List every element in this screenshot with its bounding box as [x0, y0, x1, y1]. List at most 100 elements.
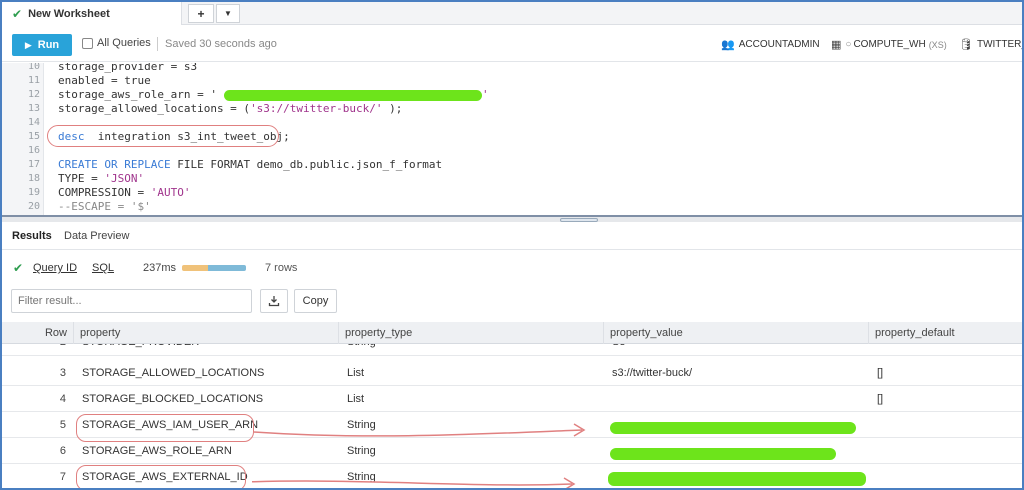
- grid-icon: ▦: [831, 39, 842, 51]
- drag-handle-icon[interactable]: [560, 218, 598, 222]
- pane-splitter[interactable]: [2, 215, 1022, 222]
- run-label: Run: [37, 39, 60, 51]
- column-header-row-overlay: Row: [2, 322, 74, 344]
- query-stats: ✔ Query ID SQL 237ms 7 rows: [2, 257, 1022, 279]
- code-line: 18 TYPE = 'JSON': [2, 172, 1022, 186]
- users-icon: 👥: [721, 39, 735, 51]
- results-tab-bar: Results Data Preview: [2, 224, 1022, 250]
- code-text: COMPRESSION = 'AUTO': [58, 186, 191, 199]
- tab-data-preview[interactable]: Data Preview: [64, 230, 129, 242]
- database-label: TWITTER_: [976, 39, 1024, 50]
- redaction-mark: [608, 472, 866, 486]
- play-icon: ▶: [24, 39, 32, 50]
- sql-editor[interactable]: 10 storage_provider = s3 11 enabled = tr…: [2, 63, 1022, 215]
- line-number: 12: [27, 89, 40, 100]
- cell-property-value: s3://twitter-buck/: [612, 367, 693, 379]
- download-button[interactable]: [260, 289, 288, 313]
- line-number: 17: [27, 159, 40, 170]
- worksheet-title: New Worksheet: [28, 7, 110, 20]
- cell-property: STORAGE_BLOCKED_LOCATIONS: [82, 393, 264, 405]
- warehouse-label: COMPUTE_WH: [853, 39, 926, 50]
- check-icon: ✔: [12, 6, 23, 21]
- line-number: 20: [27, 201, 40, 212]
- highlight-oval: [76, 414, 254, 442]
- duration-bar-execute: [207, 265, 246, 271]
- table-row[interactable]: 4 STORAGE_BLOCKED_LOCATIONS List []: [2, 386, 1022, 412]
- query-duration: 237ms: [143, 262, 177, 274]
- results-grid: Row property property_type property_valu…: [2, 322, 1022, 488]
- code-line: 11 enabled = true: [2, 74, 1022, 88]
- code-text: storage_allowed_locations = ('s3://twitt…: [58, 102, 403, 115]
- annotation-arrows-icon: [252, 423, 586, 488]
- line-number: 14: [27, 117, 40, 128]
- code-text: storage_aws_role_arn = ': [58, 88, 217, 101]
- code-line: 16: [2, 144, 1022, 158]
- cell-property-default: []: [877, 393, 884, 405]
- cell-row: 7: [59, 471, 66, 483]
- redaction-mark: [224, 90, 482, 101]
- highlight-oval: [76, 465, 246, 488]
- tab-results[interactable]: Results: [12, 230, 52, 242]
- success-check-icon: ✔: [13, 261, 24, 275]
- filter-result-input[interactable]: [11, 289, 252, 313]
- line-number: 11: [27, 75, 40, 86]
- code-line: 17 CREATE OR REPLACE FILE FORMAT demo_db…: [2, 158, 1022, 172]
- new-worksheet-button[interactable]: +: [188, 4, 214, 23]
- line-number: 19: [27, 187, 40, 198]
- line-number: 16: [27, 145, 40, 156]
- cell-property-default: []: [877, 367, 884, 379]
- code-line: 13 storage_allowed_locations = ('s3://tw…: [2, 102, 1022, 116]
- code-text: enabled = true: [58, 74, 151, 87]
- warehouse-size: (XS): [928, 39, 947, 50]
- column-header-property-default-overlay: property_default: [875, 327, 955, 339]
- cell-row: 4: [59, 393, 66, 405]
- editor-toolbar: ▶ Run All Queries Saved 30 seconds ago 👥…: [2, 26, 1022, 62]
- cell-row: 3: [59, 367, 66, 379]
- cell-property-type: List: [347, 393, 365, 405]
- status-dot-icon: ○: [845, 39, 852, 50]
- cell-property: STORAGE_ALLOWED_LOCATIONS: [82, 367, 265, 379]
- cell-property-default: [869, 464, 1022, 488]
- code-line: 10 storage_provider = s3: [2, 63, 1022, 74]
- line-number: 18: [27, 173, 40, 184]
- table-row[interactable]: 3 STORAGE_ALLOWED_LOCATIONS List s3://tw…: [2, 360, 1022, 386]
- worksheet-tab-bar: ✔ New Worksheet + ▼: [2, 2, 1022, 25]
- worksheet-menu-button[interactable]: ▼: [216, 4, 240, 23]
- duration-bar: [182, 265, 246, 271]
- row-count: 7 rows: [265, 262, 298, 274]
- code-text: TYPE = 'JSON': [58, 172, 145, 185]
- run-button[interactable]: ▶ Run: [12, 34, 72, 56]
- column-header-property-type-overlay: property_type: [339, 322, 604, 344]
- app-window: ✔ New Worksheet + ▼ ▶ Run All Queries Sa…: [0, 0, 1024, 490]
- line-number: 13: [27, 103, 40, 114]
- code-comment: --ESCAPE = '$': [58, 200, 151, 213]
- role-label: ACCOUNTADMIN: [738, 39, 820, 50]
- copy-button[interactable]: Copy: [294, 289, 337, 313]
- cell-property-default: [869, 438, 1022, 464]
- cell-property-value: [604, 386, 869, 412]
- warehouse-selector[interactable]: ▦ ○ COMPUTE_WH (XS): [831, 38, 947, 51]
- saved-status: Saved 30 seconds ago: [165, 38, 277, 50]
- worksheet-tab[interactable]: ✔ New Worksheet: [2, 2, 182, 25]
- code-text: storage_provider = s3: [58, 63, 198, 73]
- column-header-property-value-overlay: property_value: [604, 322, 869, 344]
- all-queries-label: All Queries: [97, 37, 151, 49]
- sql-link[interactable]: SQL: [92, 262, 114, 274]
- code-string: ': [482, 88, 489, 101]
- cell-property-default: [869, 412, 1022, 438]
- cell-row: 6: [59, 445, 66, 457]
- database-icon: 🛢: [959, 39, 973, 51]
- database-selector[interactable]: 🛢 TWITTER_: [959, 38, 1024, 51]
- code-line: 12 storage_aws_role_arn = ' ': [2, 88, 1022, 102]
- redaction-mark: [610, 448, 836, 460]
- query-id-link[interactable]: Query ID: [33, 262, 77, 274]
- download-icon: [268, 296, 280, 307]
- all-queries-toggle[interactable]: All Queries: [82, 37, 151, 49]
- code-text: CREATE OR REPLACE FILE FORMAT demo_db.pu…: [58, 158, 443, 171]
- cell-row: 5: [59, 419, 66, 431]
- redaction-mark: [610, 422, 856, 434]
- all-queries-checkbox[interactable]: [82, 37, 93, 49]
- role-selector[interactable]: 👥 ACCOUNTADMIN: [721, 38, 820, 51]
- toolbar-divider: [157, 37, 158, 51]
- code-line: 20 --ESCAPE = '$': [2, 200, 1022, 214]
